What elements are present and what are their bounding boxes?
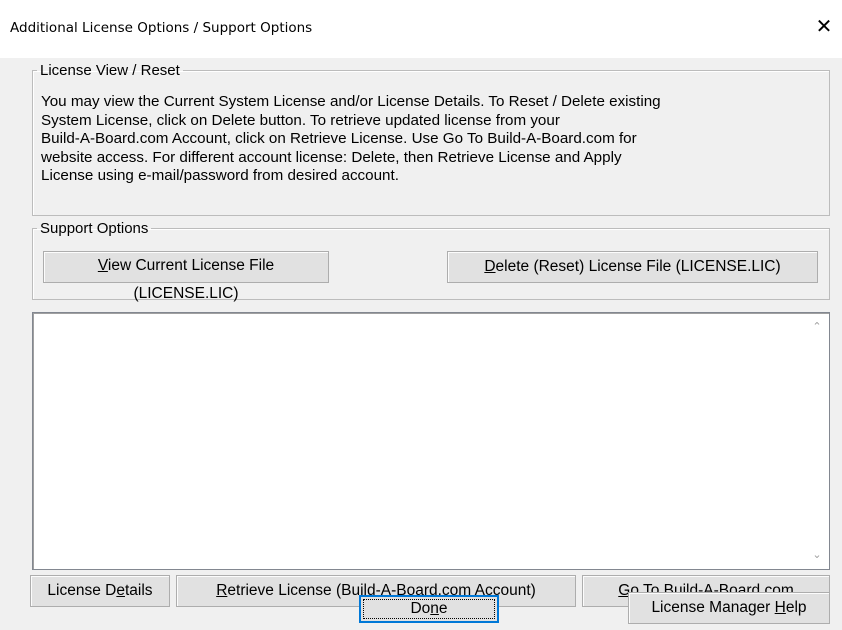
license-view-reset-group: License View / Reset You may view the Cu… xyxy=(32,62,830,216)
view-license-file-button[interactable]: View Current License File (LICENSE.LIC) xyxy=(43,251,329,302)
button-label: elete (Reset) License File (LICENSE.LIC) xyxy=(495,258,781,275)
focus-rectangle xyxy=(363,599,495,619)
support-group-legend: Support Options xyxy=(40,220,149,237)
mnemonic: e xyxy=(116,582,125,599)
description-line: Build-A-Board.com Account, click on Retr… xyxy=(41,130,637,147)
title-bar[interactable]: Additional License Options / Support Opt… xyxy=(0,0,842,58)
description-line: You may view the Current System License … xyxy=(41,93,661,110)
mnemonic: V xyxy=(97,257,108,274)
button-label: elp xyxy=(785,599,807,616)
window-title: Additional License Options / Support Opt… xyxy=(10,20,313,36)
description-line: License using e-mail/password from desir… xyxy=(41,167,399,184)
button-label: License D xyxy=(47,582,117,599)
done-button[interactable]: Done xyxy=(359,595,499,623)
description-line: System License, click on Delete button. … xyxy=(41,111,560,129)
license-manager-help-button[interactable]: License Manager Help xyxy=(628,592,830,624)
button-label: tails xyxy=(124,582,153,599)
mnemonic: D xyxy=(484,258,496,275)
description-line: website access. For different account li… xyxy=(41,148,622,166)
mnemonic: R xyxy=(216,582,228,599)
close-icon[interactable]: ✕ xyxy=(812,14,836,38)
delete-license-file-button[interactable]: Delete (Reset) License File (LICENSE.LIC… xyxy=(447,251,818,283)
chevron-up-icon[interactable]: ⌃ xyxy=(809,319,825,335)
button-label: License Manager xyxy=(651,599,775,616)
license-details-button[interactable]: License Details xyxy=(30,575,170,607)
license-output-textarea[interactable]: ⌃ ⌄ xyxy=(32,312,830,570)
license-description: You may view the Current System License … xyxy=(41,93,821,186)
chevron-down-icon[interactable]: ⌄ xyxy=(809,547,825,563)
mnemonic: H xyxy=(774,599,786,616)
license-group-legend: License View / Reset xyxy=(40,62,180,79)
